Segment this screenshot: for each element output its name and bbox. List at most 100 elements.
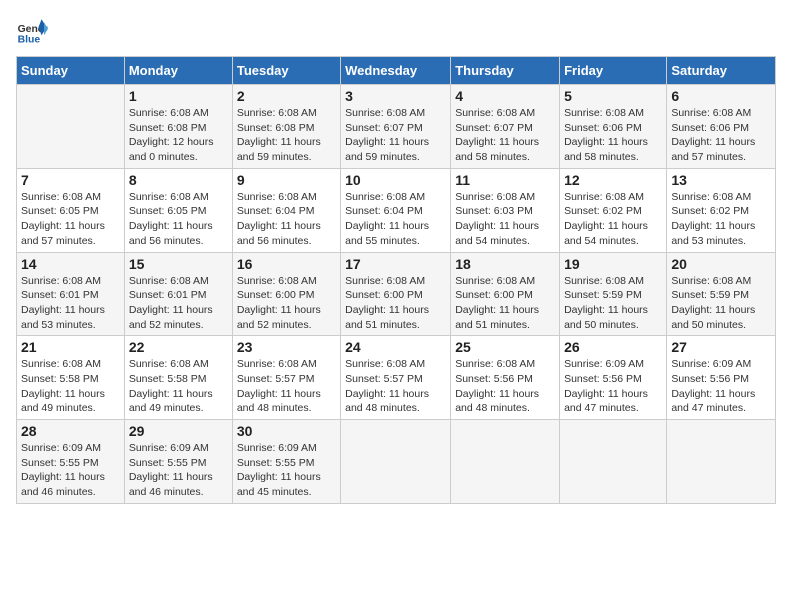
day-number: 21 bbox=[21, 339, 120, 355]
calendar-cell bbox=[451, 420, 560, 504]
calendar-cell: 19Sunrise: 6:08 AMSunset: 5:59 PMDayligh… bbox=[560, 252, 667, 336]
day-number: 4 bbox=[455, 88, 555, 104]
day-number: 27 bbox=[671, 339, 771, 355]
calendar-cell bbox=[560, 420, 667, 504]
day-info: Sunrise: 6:08 AMSunset: 6:03 PMDaylight:… bbox=[455, 190, 555, 249]
calendar-cell: 16 Sunrise: 6:08 AMSunset: 6:00 PMDayligh… bbox=[232, 252, 340, 336]
dow-header-thursday: Thursday bbox=[451, 57, 560, 85]
day-number: 23 bbox=[237, 339, 336, 355]
day-number: 15 bbox=[129, 256, 228, 272]
days-of-week-row: SundayMondayTuesdayWednesdayThursdayFrid… bbox=[17, 57, 776, 85]
day-number: 8 bbox=[129, 172, 228, 188]
dow-header-saturday: Saturday bbox=[667, 57, 776, 85]
calendar-cell bbox=[341, 420, 451, 504]
calendar-cell: 18 Sunrise: 6:08 AMSunset: 6:00 PMDayligh… bbox=[451, 252, 560, 336]
logo: General Blue bbox=[16, 16, 48, 48]
day-info: Sunrise: 6:08 AMSunset: 6:02 PMDaylight:… bbox=[564, 190, 662, 249]
day-info: Sunrise: 6:08 AMSunset: 6:04 PMDaylight:… bbox=[345, 190, 446, 249]
day-info: Sunrise: 6:08 AMSunset: 6:00 PMDaylight:… bbox=[345, 274, 446, 333]
day-number: 24 bbox=[345, 339, 446, 355]
day-info: Sunrise: 6:08 AMSunset: 6:06 PMDaylight:… bbox=[564, 106, 662, 165]
week-row-2: 7 Sunrise: 6:08 AMSunset: 6:05 PMDaylight… bbox=[17, 168, 776, 252]
day-info: Sunrise: 6:08 AMSunset: 5:58 PMDaylight:… bbox=[21, 357, 120, 416]
calendar-table: SundayMondayTuesdayWednesdayThursdayFrid… bbox=[16, 56, 776, 504]
day-info: Sunrise: 6:08 AMSunset: 6:00 PMDaylight:… bbox=[455, 274, 555, 333]
day-info: Sunrise: 6:09 AMSunset: 5:55 PMDaylight:… bbox=[129, 441, 228, 500]
calendar-cell: 13Sunrise: 6:08 AMSunset: 6:02 PMDayligh… bbox=[667, 168, 776, 252]
day-info: Sunrise: 6:08 AMSunset: 5:57 PMDaylight:… bbox=[345, 357, 446, 416]
week-row-1: 1 Sunrise: 6:08 AMSunset: 6:08 PMDaylight… bbox=[17, 85, 776, 169]
day-number: 25 bbox=[455, 339, 555, 355]
day-number: 14 bbox=[21, 256, 120, 272]
day-number: 10 bbox=[345, 172, 446, 188]
day-number: 9 bbox=[237, 172, 336, 188]
calendar-cell: 6 Sunrise: 6:08 AMSunset: 6:06 PMDaylight… bbox=[667, 85, 776, 169]
day-info: Sunrise: 6:08 AMSunset: 5:56 PMDaylight:… bbox=[455, 357, 555, 416]
week-row-4: 21 Sunrise: 6:08 AMSunset: 5:58 PMDayligh… bbox=[17, 336, 776, 420]
week-row-3: 14 Sunrise: 6:08 AMSunset: 6:01 PMDayligh… bbox=[17, 252, 776, 336]
day-number: 30 bbox=[237, 423, 336, 439]
dow-header-monday: Monday bbox=[124, 57, 232, 85]
day-info: Sunrise: 6:09 AMSunset: 5:55 PMDaylight:… bbox=[21, 441, 120, 500]
page-header: General Blue bbox=[16, 16, 776, 48]
day-number: 29 bbox=[129, 423, 228, 439]
day-number: 20 bbox=[671, 256, 771, 272]
day-number: 16 bbox=[237, 256, 336, 272]
calendar-cell: 9 Sunrise: 6:08 AMSunset: 6:04 PMDaylight… bbox=[232, 168, 340, 252]
calendar-cell: 15 Sunrise: 6:08 AMSunset: 6:01 PMDayligh… bbox=[124, 252, 232, 336]
calendar-cell: 24 Sunrise: 6:08 AMSunset: 5:57 PMDayligh… bbox=[341, 336, 451, 420]
day-number: 1 bbox=[129, 88, 228, 104]
day-number: 2 bbox=[237, 88, 336, 104]
day-info: Sunrise: 6:08 AMSunset: 6:08 PMDaylight:… bbox=[129, 106, 228, 165]
day-info: Sunrise: 6:08 AMSunset: 5:58 PMDaylight:… bbox=[129, 357, 228, 416]
calendar-cell: 5 Sunrise: 6:08 AMSunset: 6:06 PMDaylight… bbox=[560, 85, 667, 169]
calendar-cell: 12 Sunrise: 6:08 AMSunset: 6:02 PMDayligh… bbox=[560, 168, 667, 252]
week-row-5: 28 Sunrise: 6:09 AMSunset: 5:55 PMDayligh… bbox=[17, 420, 776, 504]
calendar-cell: 10 Sunrise: 6:08 AMSunset: 6:04 PMDayligh… bbox=[341, 168, 451, 252]
calendar-cell: 29 Sunrise: 6:09 AMSunset: 5:55 PMDayligh… bbox=[124, 420, 232, 504]
day-info: Sunrise: 6:08 AMSunset: 5:57 PMDaylight:… bbox=[237, 357, 336, 416]
day-number: 28 bbox=[21, 423, 120, 439]
day-info: Sunrise: 6:08 AMSunset: 6:04 PMDaylight:… bbox=[237, 190, 336, 249]
day-number: 7 bbox=[21, 172, 120, 188]
svg-text:Blue: Blue bbox=[18, 34, 41, 45]
day-info: Sunrise: 6:08 AMSunset: 6:01 PMDaylight:… bbox=[129, 274, 228, 333]
calendar-cell: 28 Sunrise: 6:09 AMSunset: 5:55 PMDayligh… bbox=[17, 420, 125, 504]
logo-icon: General Blue bbox=[16, 16, 48, 48]
day-info: Sunrise: 6:08 AMSunset: 6:01 PMDaylight:… bbox=[21, 274, 120, 333]
day-number: 12 bbox=[564, 172, 662, 188]
calendar-cell: 25 Sunrise: 6:08 AMSunset: 5:56 PMDayligh… bbox=[451, 336, 560, 420]
calendar-cell: 26 Sunrise: 6:09 AMSunset: 5:56 PMDayligh… bbox=[560, 336, 667, 420]
calendar-cell: 30Sunrise: 6:09 AMSunset: 5:55 PMDayligh… bbox=[232, 420, 340, 504]
day-number: 5 bbox=[564, 88, 662, 104]
calendar-cell: 8Sunrise: 6:08 AMSunset: 6:05 PMDaylight… bbox=[124, 168, 232, 252]
day-info: Sunrise: 6:08 AMSunset: 6:06 PMDaylight:… bbox=[671, 106, 771, 165]
calendar-cell: 7 Sunrise: 6:08 AMSunset: 6:05 PMDaylight… bbox=[17, 168, 125, 252]
day-info: Sunrise: 6:08 AMSunset: 6:05 PMDaylight:… bbox=[21, 190, 120, 249]
day-info: Sunrise: 6:08 AMSunset: 6:07 PMDaylight:… bbox=[455, 106, 555, 165]
calendar-cell: 21 Sunrise: 6:08 AMSunset: 5:58 PMDayligh… bbox=[17, 336, 125, 420]
day-number: 22 bbox=[129, 339, 228, 355]
calendar-cell: 17Sunrise: 6:08 AMSunset: 6:00 PMDayligh… bbox=[341, 252, 451, 336]
day-number: 3 bbox=[345, 88, 446, 104]
day-number: 6 bbox=[671, 88, 771, 104]
day-info: Sunrise: 6:08 AMSunset: 5:59 PMDaylight:… bbox=[671, 274, 771, 333]
calendar-cell bbox=[667, 420, 776, 504]
day-info: Sunrise: 6:09 AMSunset: 5:56 PMDaylight:… bbox=[671, 357, 771, 416]
day-number: 26 bbox=[564, 339, 662, 355]
day-number: 11 bbox=[455, 172, 555, 188]
day-info: Sunrise: 6:08 AMSunset: 6:08 PMDaylight:… bbox=[237, 106, 336, 165]
calendar-cell: 2 Sunrise: 6:08 AMSunset: 6:08 PMDaylight… bbox=[232, 85, 340, 169]
calendar-cell: 14 Sunrise: 6:08 AMSunset: 6:01 PMDayligh… bbox=[17, 252, 125, 336]
dow-header-wednesday: Wednesday bbox=[341, 57, 451, 85]
day-info: Sunrise: 6:08 AMSunset: 6:00 PMDaylight:… bbox=[237, 274, 336, 333]
calendar-cell: 20 Sunrise: 6:08 AMSunset: 5:59 PMDayligh… bbox=[667, 252, 776, 336]
day-number: 13 bbox=[671, 172, 771, 188]
day-info: Sunrise: 6:09 AMSunset: 5:56 PMDaylight:… bbox=[564, 357, 662, 416]
calendar-cell: 27 Sunrise: 6:09 AMSunset: 5:56 PMDayligh… bbox=[667, 336, 776, 420]
dow-header-tuesday: Tuesday bbox=[232, 57, 340, 85]
calendar-cell: 11 Sunrise: 6:08 AMSunset: 6:03 PMDayligh… bbox=[451, 168, 560, 252]
dow-header-friday: Friday bbox=[560, 57, 667, 85]
day-number: 18 bbox=[455, 256, 555, 272]
day-number: 19 bbox=[564, 256, 662, 272]
